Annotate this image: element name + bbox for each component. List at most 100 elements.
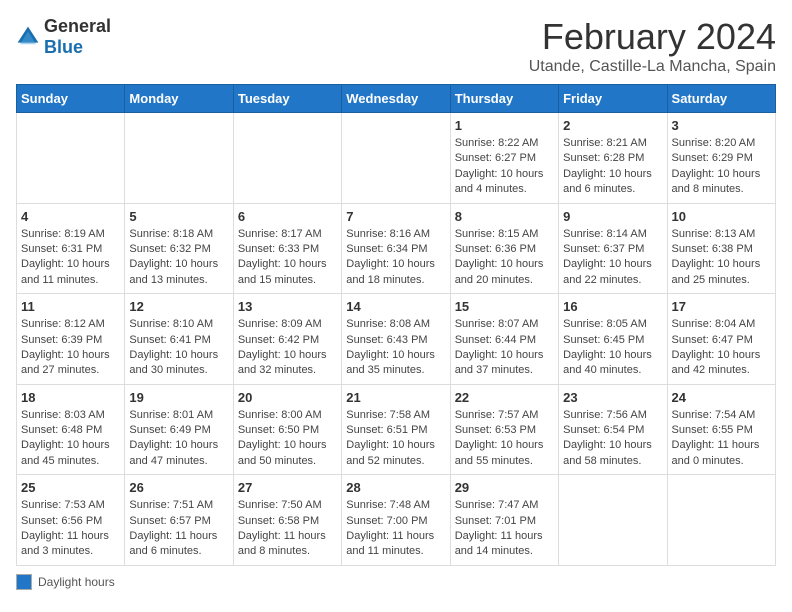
day-info: Sunrise: 7:53 AM Sunset: 6:56 PM Dayligh… bbox=[21, 498, 120, 560]
day-number: 8 bbox=[455, 209, 554, 224]
calendar-table: SundayMondayTuesdayWednesdayThursdayFrid… bbox=[16, 84, 776, 566]
calendar-header: SundayMondayTuesdayWednesdayThursdayFrid… bbox=[17, 85, 776, 113]
month-title: February 2024 bbox=[529, 16, 776, 58]
calendar-cell: 21 Sunrise: 7:58 AM Sunset: 6:51 PM Dayli… bbox=[342, 384, 450, 475]
logo-icon bbox=[16, 25, 40, 49]
week-row-3: 18 Sunrise: 8:03 AM Sunset: 6:48 PM Dayli… bbox=[17, 384, 776, 475]
header-friday: Friday bbox=[559, 85, 667, 113]
calendar-cell bbox=[667, 475, 775, 566]
day-number: 28 bbox=[346, 480, 445, 495]
week-row-1: 4 Sunrise: 8:19 AM Sunset: 6:31 PM Daylig… bbox=[17, 203, 776, 294]
day-info: Sunrise: 8:03 AM Sunset: 6:48 PM Dayligh… bbox=[21, 408, 120, 470]
calendar-cell: 3 Sunrise: 8:20 AM Sunset: 6:29 PM Daylig… bbox=[667, 113, 775, 204]
day-info: Sunrise: 8:21 AM Sunset: 6:28 PM Dayligh… bbox=[563, 136, 662, 198]
day-info: Sunrise: 7:54 AM Sunset: 6:55 PM Dayligh… bbox=[672, 408, 771, 470]
day-info: Sunrise: 8:14 AM Sunset: 6:37 PM Dayligh… bbox=[563, 227, 662, 289]
legend-label: Daylight hours bbox=[38, 575, 115, 589]
calendar-cell: 24 Sunrise: 7:54 AM Sunset: 6:55 PM Dayli… bbox=[667, 384, 775, 475]
day-number: 5 bbox=[129, 209, 228, 224]
day-info: Sunrise: 8:17 AM Sunset: 6:33 PM Dayligh… bbox=[238, 227, 337, 289]
day-info: Sunrise: 7:51 AM Sunset: 6:57 PM Dayligh… bbox=[129, 498, 228, 560]
day-number: 27 bbox=[238, 480, 337, 495]
day-number: 29 bbox=[455, 480, 554, 495]
calendar-cell: 7 Sunrise: 8:16 AM Sunset: 6:34 PM Daylig… bbox=[342, 203, 450, 294]
calendar-cell bbox=[125, 113, 233, 204]
header-saturday: Saturday bbox=[667, 85, 775, 113]
calendar-cell: 4 Sunrise: 8:19 AM Sunset: 6:31 PM Daylig… bbox=[17, 203, 125, 294]
day-number: 14 bbox=[346, 299, 445, 314]
calendar-body: 1 Sunrise: 8:22 AM Sunset: 6:27 PM Daylig… bbox=[17, 113, 776, 566]
week-row-2: 11 Sunrise: 8:12 AM Sunset: 6:39 PM Dayli… bbox=[17, 294, 776, 385]
calendar-cell: 20 Sunrise: 8:00 AM Sunset: 6:50 PM Dayli… bbox=[233, 384, 341, 475]
calendar-cell: 28Sunrise: 7:48 AM Sunset: 7:00 PM Dayli… bbox=[342, 475, 450, 566]
day-number: 11 bbox=[21, 299, 120, 314]
calendar-cell bbox=[342, 113, 450, 204]
calendar-cell bbox=[233, 113, 341, 204]
day-number: 1 bbox=[455, 118, 554, 133]
calendar-cell: 29 Sunrise: 7:47 AM Sunset: 7:01 PM Dayli… bbox=[450, 475, 558, 566]
calendar-cell: 22 Sunrise: 7:57 AM Sunset: 6:53 PM Dayli… bbox=[450, 384, 558, 475]
day-info: Sunrise: 7:50 AM Sunset: 6:58 PM Dayligh… bbox=[238, 498, 337, 560]
day-number: 20 bbox=[238, 390, 337, 405]
page-header: General Blue February 2024 Utande, Casti… bbox=[16, 16, 776, 76]
day-info: Sunrise: 8:10 AM Sunset: 6:41 PM Dayligh… bbox=[129, 317, 228, 379]
day-info: Sunrise: 8:22 AM Sunset: 6:27 PM Dayligh… bbox=[455, 136, 554, 198]
calendar-cell: 19 Sunrise: 8:01 AM Sunset: 6:49 PM Dayli… bbox=[125, 384, 233, 475]
calendar-cell: 1 Sunrise: 8:22 AM Sunset: 6:27 PM Daylig… bbox=[450, 113, 558, 204]
calendar-cell: 18 Sunrise: 8:03 AM Sunset: 6:48 PM Dayli… bbox=[17, 384, 125, 475]
logo-blue: Blue bbox=[44, 37, 83, 57]
calendar-cell: 12 Sunrise: 8:10 AM Sunset: 6:41 PM Dayli… bbox=[125, 294, 233, 385]
day-number: 19 bbox=[129, 390, 228, 405]
day-info: Sunrise: 8:08 AM Sunset: 6:43 PM Dayligh… bbox=[346, 317, 445, 379]
legend: Daylight hours bbox=[16, 574, 776, 590]
day-number: 25 bbox=[21, 480, 120, 495]
calendar-cell: 8 Sunrise: 8:15 AM Sunset: 6:36 PM Daylig… bbox=[450, 203, 558, 294]
day-number: 22 bbox=[455, 390, 554, 405]
calendar-cell: 9 Sunrise: 8:14 AM Sunset: 6:37 PM Daylig… bbox=[559, 203, 667, 294]
day-number: 24 bbox=[672, 390, 771, 405]
week-row-4: 25 Sunrise: 7:53 AM Sunset: 6:56 PM Dayli… bbox=[17, 475, 776, 566]
day-number: 16 bbox=[563, 299, 662, 314]
day-info: Sunrise: 8:00 AM Sunset: 6:50 PM Dayligh… bbox=[238, 408, 337, 470]
logo: General Blue bbox=[16, 16, 111, 58]
day-number: 21 bbox=[346, 390, 445, 405]
calendar-cell: 6 Sunrise: 8:17 AM Sunset: 6:33 PM Daylig… bbox=[233, 203, 341, 294]
day-number: 26 bbox=[129, 480, 228, 495]
day-number: 6 bbox=[238, 209, 337, 224]
day-number: 3 bbox=[672, 118, 771, 133]
calendar-cell bbox=[559, 475, 667, 566]
logo-general: General bbox=[44, 16, 111, 36]
calendar-cell: 26 Sunrise: 7:51 AM Sunset: 6:57 PM Dayli… bbox=[125, 475, 233, 566]
day-info: Sunrise: 7:47 AM Sunset: 7:01 PM Dayligh… bbox=[455, 498, 554, 560]
day-number: 18 bbox=[21, 390, 120, 405]
day-number: 13 bbox=[238, 299, 337, 314]
day-info: Sunrise: 8:09 AM Sunset: 6:42 PM Dayligh… bbox=[238, 317, 337, 379]
day-info: Sunrise: 8:05 AM Sunset: 6:45 PM Dayligh… bbox=[563, 317, 662, 379]
day-info: Sunrise: 8:19 AM Sunset: 6:31 PM Dayligh… bbox=[21, 227, 120, 289]
day-number: 12 bbox=[129, 299, 228, 314]
calendar-cell: 15Sunrise: 8:07 AM Sunset: 6:44 PM Dayli… bbox=[450, 294, 558, 385]
day-info: Sunrise: 8:16 AM Sunset: 6:34 PM Dayligh… bbox=[346, 227, 445, 289]
calendar-cell: 11 Sunrise: 8:12 AM Sunset: 6:39 PM Dayli… bbox=[17, 294, 125, 385]
header-tuesday: Tuesday bbox=[233, 85, 341, 113]
day-info: Sunrise: 8:01 AM Sunset: 6:49 PM Dayligh… bbox=[129, 408, 228, 470]
day-info: Sunrise: 7:58 AM Sunset: 6:51 PM Dayligh… bbox=[346, 408, 445, 470]
day-info: Sunrise: 8:18 AM Sunset: 6:32 PM Dayligh… bbox=[129, 227, 228, 289]
header-monday: Monday bbox=[125, 85, 233, 113]
day-number: 9 bbox=[563, 209, 662, 224]
day-number: 15 bbox=[455, 299, 554, 314]
header-sunday: Sunday bbox=[17, 85, 125, 113]
day-info: Sunrise: 7:57 AM Sunset: 6:53 PM Dayligh… bbox=[455, 408, 554, 470]
day-number: 7 bbox=[346, 209, 445, 224]
day-info: Sunrise: 8:20 AM Sunset: 6:29 PM Dayligh… bbox=[672, 136, 771, 198]
location-title: Utande, Castille-La Mancha, Spain bbox=[529, 58, 776, 76]
title-block: February 2024 Utande, Castille-La Mancha… bbox=[529, 16, 776, 76]
calendar-cell: 10Sunrise: 8:13 AM Sunset: 6:38 PM Dayli… bbox=[667, 203, 775, 294]
day-info: Sunrise: 8:15 AM Sunset: 6:36 PM Dayligh… bbox=[455, 227, 554, 289]
day-info: Sunrise: 8:12 AM Sunset: 6:39 PM Dayligh… bbox=[21, 317, 120, 379]
day-info: Sunrise: 8:04 AM Sunset: 6:47 PM Dayligh… bbox=[672, 317, 771, 379]
day-number: 4 bbox=[21, 209, 120, 224]
header-thursday: Thursday bbox=[450, 85, 558, 113]
calendar-cell: 17Sunrise: 8:04 AM Sunset: 6:47 PM Dayli… bbox=[667, 294, 775, 385]
week-row-0: 1 Sunrise: 8:22 AM Sunset: 6:27 PM Daylig… bbox=[17, 113, 776, 204]
